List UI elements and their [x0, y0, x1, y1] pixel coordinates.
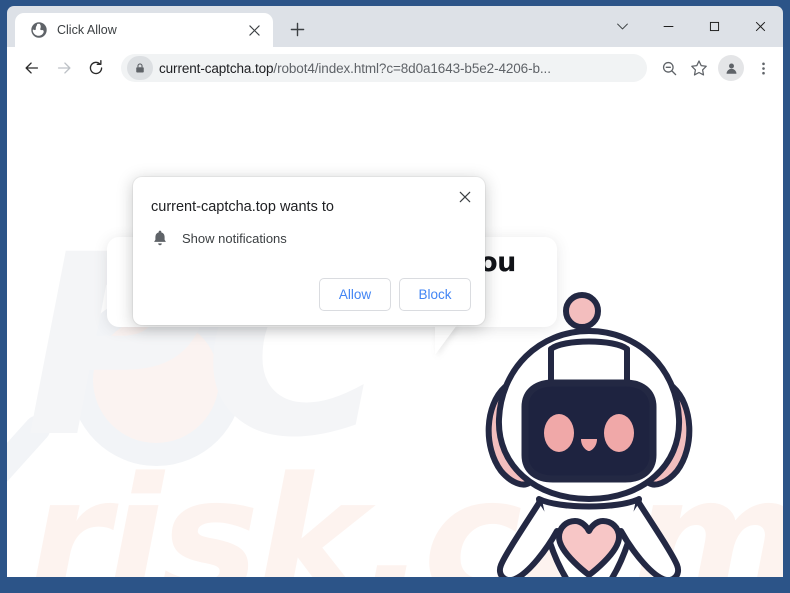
window-controls	[599, 6, 783, 47]
bell-icon	[151, 229, 169, 247]
dialog-title: current-captcha.top wants to	[151, 199, 334, 215]
captcha-robot-mascot	[477, 287, 717, 577]
browser-tab[interactable]: Click Allow	[15, 13, 273, 47]
new-tab-button[interactable]	[283, 15, 311, 43]
zoom-out-icon[interactable]	[655, 54, 683, 82]
minimize-button[interactable]	[645, 11, 691, 43]
watermark-lens-handle	[7, 410, 56, 491]
address-bar-text: current-captcha.top/robot4/index.html?c=…	[153, 61, 647, 76]
close-icon[interactable]	[453, 185, 477, 209]
notification-permission-dialog: current-captcha.top wants to Show notifi…	[133, 177, 485, 325]
tab-title: Click Allow	[57, 23, 117, 37]
lock-icon[interactable]	[127, 56, 153, 80]
page-viewport: PC risk.com you current-captcha.top want…	[7, 89, 783, 577]
tab-close-icon[interactable]	[245, 21, 263, 39]
profile-avatar-icon[interactable]	[718, 55, 744, 81]
reload-button[interactable]	[81, 53, 111, 83]
dialog-actions: Allow Block	[319, 278, 471, 311]
url-host: current-captcha.top	[159, 60, 274, 76]
back-button[interactable]	[17, 53, 47, 83]
three-dot-menu-icon[interactable]	[749, 54, 777, 82]
tab-strip: Click Allow	[7, 6, 783, 47]
tab-search-button[interactable]	[599, 11, 645, 43]
maximize-button[interactable]	[691, 11, 737, 43]
globe-icon	[31, 22, 47, 38]
address-bar[interactable]: current-captcha.top/robot4/index.html?c=…	[121, 54, 647, 82]
close-button[interactable]	[737, 11, 783, 43]
block-button[interactable]: Block	[399, 278, 471, 311]
permission-label: Show notifications	[182, 230, 287, 246]
permission-row: Show notifications	[151, 229, 287, 247]
allow-button[interactable]: Allow	[319, 278, 391, 311]
watermark-lens-inner	[93, 317, 219, 443]
browser-window: Click Allow current-captcha.top/robot4/i…	[0, 0, 790, 593]
browser-toolbar: current-captcha.top/robot4/index.html?c=…	[7, 47, 783, 89]
url-path: /robot4/index.html?c=8d0a1643-b5e2-4206-…	[273, 60, 551, 76]
page-speech-bubble-tail	[435, 325, 457, 355]
star-icon[interactable]	[685, 54, 713, 82]
forward-button[interactable]	[49, 53, 79, 83]
